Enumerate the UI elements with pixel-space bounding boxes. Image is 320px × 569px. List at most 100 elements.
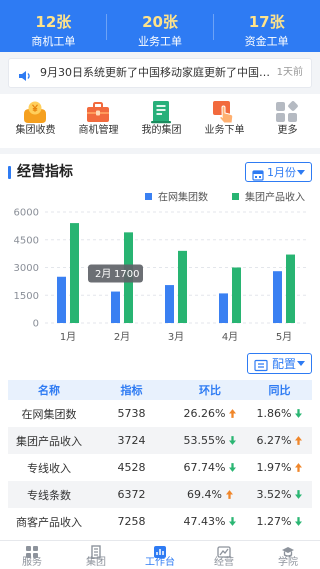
metric-name: 在网集团数 xyxy=(21,407,77,421)
metric-value: 4528 xyxy=(117,461,146,474)
mom-value: 53.55% xyxy=(183,434,226,447)
yoy-cell: 1.27% xyxy=(247,508,312,535)
config-select-value: 配置 xyxy=(272,357,297,371)
service-grid-icon xyxy=(25,544,39,558)
mom-value: 69.4% xyxy=(187,488,222,501)
stat-label: 业务工单 xyxy=(138,35,182,48)
stat-opportunity-orders[interactable]: 12张 商机工单 xyxy=(0,0,107,52)
y-tick-label: 4500 xyxy=(14,235,39,246)
arrow-down-icon xyxy=(295,517,303,526)
calendar-icon xyxy=(252,166,264,185)
metric-name: 集团产品收入 xyxy=(16,434,82,448)
order-hand-icon xyxy=(211,99,237,125)
chart-tooltip: 2月 1700 xyxy=(88,264,143,283)
yoy-value: 1.86% xyxy=(256,407,292,420)
stat-business-orders[interactable]: 20张 业务工单 xyxy=(107,0,214,52)
month-select[interactable]: 1月份 xyxy=(245,162,312,182)
y-tick-label: 6000 xyxy=(14,208,39,219)
quick-item-my-group[interactable]: 我的集团 xyxy=(130,94,193,148)
notice-text: 9月30日系统更新了中国移动家庭更新了中国… xyxy=(40,66,270,79)
legend-swatch xyxy=(232,193,239,200)
yoy-value: 6.27% xyxy=(256,434,292,447)
tab-business[interactable]: 经营 xyxy=(192,541,256,569)
table-body: 在网集团数 5738 26.26% 1.86% 集团产品收入 3724 53.55% 6.27… xyxy=(8,400,312,535)
building-icon xyxy=(148,99,174,125)
metric-value-cell: 4528 xyxy=(90,454,173,481)
tab-label: 工作台 xyxy=(145,557,175,568)
quick-item-place-order[interactable]: 业务下单 xyxy=(193,94,256,148)
stats-header: 12张 商机工单 20张 业务工单 17张 资金工单 xyxy=(0,0,320,52)
notice-bar[interactable]: 9月30日系统更新了中国移动家庭更新了中国… 1天前 xyxy=(8,58,312,88)
metric-name: 专线条数 xyxy=(27,488,71,502)
list-icon xyxy=(254,357,268,376)
group-fee-icon xyxy=(22,99,48,125)
mom-value: 67.74% xyxy=(183,461,226,474)
metric-name-cell: 在网集团数 xyxy=(8,400,90,427)
table-row[interactable]: 商客产品收入 7258 47.43% 1.27% xyxy=(8,508,312,535)
arrow-down-icon xyxy=(229,436,237,445)
yoy-cell: 3.52% xyxy=(247,481,312,508)
yoy-value: 1.27% xyxy=(256,515,292,528)
stat-divider xyxy=(106,14,107,40)
table-row[interactable]: 专线条数 6372 69.4% 3.52% xyxy=(8,481,312,508)
bottom-tab-bar: 服务 集团 工作台 经营 学院 xyxy=(0,540,320,569)
table-row[interactable]: 集团产品收入 3724 53.55% 6.27% xyxy=(8,427,312,454)
tab-academy[interactable]: 学院 xyxy=(256,541,320,569)
academy-cap-icon xyxy=(281,544,295,558)
mom-cell: 47.43% xyxy=(173,508,247,535)
metric-name: 专线收入 xyxy=(27,461,71,475)
tab-label: 集团 xyxy=(86,557,106,568)
business-trend-icon xyxy=(217,544,231,558)
bar-series-2[interactable] xyxy=(70,223,79,323)
arrow-up-icon xyxy=(225,490,233,499)
x-tick-label: 1月 xyxy=(60,331,76,343)
yoy-cell: 1.97% xyxy=(247,454,312,481)
mom-cell: 69.4% xyxy=(173,481,247,508)
yoy-cell: 1.86% xyxy=(247,400,312,427)
bar-series-1[interactable] xyxy=(219,293,228,323)
mom-cell: 53.55% xyxy=(173,427,247,454)
legend-label[interactable]: 集团产品收入 xyxy=(245,191,305,204)
x-tick-label: 3月 xyxy=(168,331,184,343)
stat-label: 商机工单 xyxy=(31,35,76,48)
app-screen: 12张 商机工单 20张 业务工单 17张 资金工单 9月30日系统更新了中国移… xyxy=(0,0,320,569)
bar-series-1[interactable] xyxy=(57,276,66,323)
bar-series-2[interactable] xyxy=(232,267,241,324)
y-tick-label: 3000 xyxy=(14,263,39,274)
quick-item-group-fee[interactable]: 集团收费 xyxy=(4,94,67,148)
tab-label: 服务 xyxy=(22,557,42,568)
bar-series-1[interactable] xyxy=(111,291,120,323)
bar-series-2[interactable] xyxy=(178,250,187,323)
metric-value-cell: 3724 xyxy=(90,427,173,454)
stat-funding-orders[interactable]: 17张 资金工单 xyxy=(213,0,320,52)
bar-series-2[interactable] xyxy=(286,254,295,323)
stat-value: 17张 xyxy=(248,13,285,31)
mom-cell: 26.26% xyxy=(173,400,247,427)
table-row[interactable]: 在网集团数 5738 26.26% 1.86% xyxy=(8,400,312,427)
quick-item-more[interactable]: 更多 xyxy=(256,94,319,148)
config-select[interactable]: 配置 xyxy=(247,353,312,374)
tooltip-value: 1700 xyxy=(114,269,139,280)
quick-item-opportunity-manage[interactable]: 商机管理 xyxy=(67,94,130,148)
tab-workbench[interactable]: 工作台 xyxy=(128,541,192,569)
tab-service[interactable]: 服务 xyxy=(0,541,64,569)
more-grid-icon xyxy=(274,99,300,125)
header-mom: 环比 xyxy=(199,384,221,397)
quick-item-label: 我的集团 xyxy=(141,125,182,136)
bar-series-1[interactable] xyxy=(273,271,282,323)
tab-label: 学院 xyxy=(278,557,298,568)
arrow-up-icon xyxy=(295,463,303,472)
month-select-value: 1月份 xyxy=(267,166,296,179)
arrow-up-icon xyxy=(229,409,237,418)
legend-label[interactable]: 在网集团数 xyxy=(158,191,208,204)
bar-series-1[interactable] xyxy=(165,285,174,323)
stat-value: 20张 xyxy=(142,13,178,31)
metric-value: 6372 xyxy=(117,488,146,501)
briefcase-icon xyxy=(85,99,111,125)
header-value: 指标 xyxy=(120,384,143,397)
quick-item-label: 更多 xyxy=(277,125,298,136)
chevron-down-icon xyxy=(297,170,305,175)
tab-group[interactable]: 集团 xyxy=(64,541,128,569)
table-row[interactable]: 专线收入 4528 67.74% 1.97% xyxy=(8,454,312,481)
metric-name-cell: 专线条数 xyxy=(8,481,90,508)
